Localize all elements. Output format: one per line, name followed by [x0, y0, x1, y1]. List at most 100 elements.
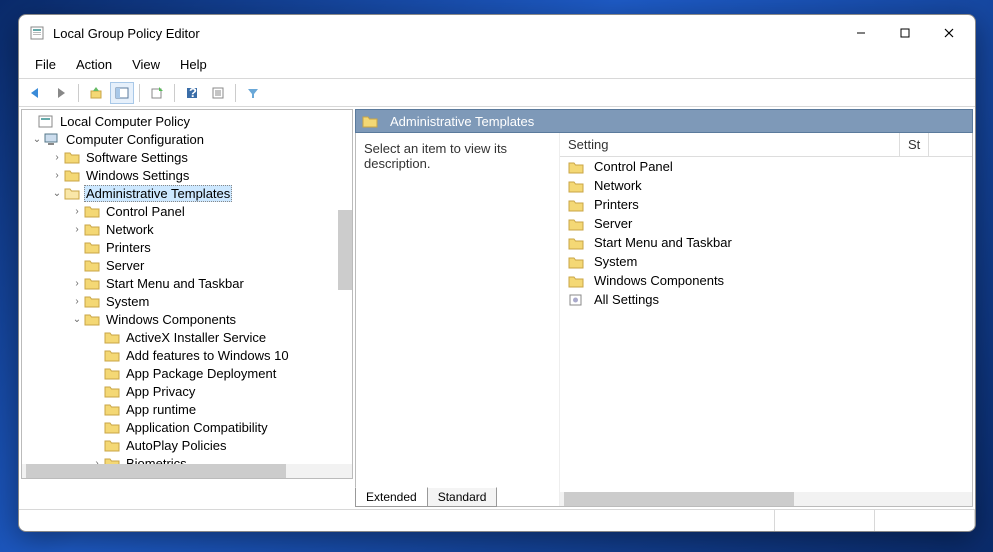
separator [139, 84, 140, 102]
settings-icon [568, 293, 584, 307]
chevron-right-icon[interactable]: › [70, 296, 84, 307]
chevron-down-icon[interactable]: ⌄ [30, 134, 44, 145]
properties-button[interactable] [206, 82, 230, 104]
forward-button[interactable] [49, 82, 73, 104]
tree-label: Server [104, 258, 146, 273]
tree-node[interactable]: AutoPlay Policies [22, 436, 352, 454]
chevron-right-icon[interactable]: › [70, 206, 84, 217]
tree-node[interactable]: › System [22, 292, 352, 310]
folder-icon [104, 402, 120, 416]
tree-label: Control Panel [104, 204, 187, 219]
details-header: Administrative Templates [355, 109, 973, 133]
separator [174, 84, 175, 102]
menu-action[interactable]: Action [68, 55, 120, 74]
tree-node[interactable]: Printers [22, 238, 352, 256]
tree-label: Software Settings [84, 150, 190, 165]
tree-label: App Privacy [124, 384, 197, 399]
folder-open-icon [64, 186, 80, 200]
chevron-down-icon[interactable]: ⌄ [70, 314, 84, 325]
tree-node[interactable]: ⌄Windows Components [22, 310, 352, 328]
tree-node[interactable]: ›Start Menu and Taskbar [22, 274, 352, 292]
tab-extended[interactable]: Extended [355, 487, 428, 507]
chevron-right-icon[interactable]: › [70, 224, 84, 235]
view-tabs: Extended Standard [355, 485, 496, 507]
show-hide-tree-button[interactable] [110, 82, 134, 104]
folder-icon [568, 274, 584, 288]
chevron-right-icon[interactable]: › [70, 278, 84, 289]
folder-icon [104, 420, 120, 434]
tree-node[interactable]: › Software Settings [22, 148, 352, 166]
tree-label: Administrative Templates [84, 185, 232, 202]
menu-file[interactable]: File [27, 55, 64, 74]
column-setting[interactable]: Setting [560, 133, 900, 156]
scrollbar-horizontal-track[interactable] [560, 492, 972, 506]
minimize-button[interactable] [839, 18, 883, 48]
list-label: Server [594, 216, 632, 231]
close-button[interactable] [927, 18, 971, 48]
details-body: Select an item to view its description. … [355, 133, 973, 507]
tree-label: Windows Settings [84, 168, 191, 183]
tree-node[interactable]: App Package Deployment [22, 364, 352, 382]
tree-node[interactable]: › Windows Settings [22, 166, 352, 184]
tree-label: System [104, 294, 151, 309]
chevron-down-icon[interactable]: ⌄ [50, 188, 64, 199]
chevron-right-icon[interactable]: › [50, 152, 64, 163]
folder-icon [84, 294, 100, 308]
details-pane: Administrative Templates Select an item … [355, 109, 973, 507]
list-item[interactable]: Control Panel [560, 157, 972, 176]
settings-list: Setting St Control Panel Network Printer… [560, 133, 972, 506]
back-button[interactable] [23, 82, 47, 104]
list-label: Windows Components [594, 273, 724, 288]
list-item[interactable]: Start Menu and Taskbar [560, 233, 972, 252]
up-button[interactable] [84, 82, 108, 104]
tree-label: Printers [104, 240, 153, 255]
tree-node[interactable]: App Privacy [22, 382, 352, 400]
chevron-right-icon[interactable]: › [50, 170, 64, 181]
list-item[interactable]: Network [560, 176, 972, 195]
status-section [875, 510, 975, 531]
list-item[interactable]: System [560, 252, 972, 271]
tree-node[interactable]: › Control Panel [22, 202, 352, 220]
list-label: All Settings [594, 292, 659, 307]
separator [235, 84, 236, 102]
tree-node[interactable]: Server [22, 256, 352, 274]
column-state[interactable]: St [900, 133, 929, 156]
details-title: Administrative Templates [390, 114, 534, 129]
folder-icon [568, 255, 584, 269]
tree-label: Local Computer Policy [58, 114, 192, 129]
folder-icon [568, 160, 584, 174]
folder-icon [568, 236, 584, 250]
tree-node[interactable]: App runtime [22, 400, 352, 418]
tree-node[interactable]: Application Compatibility [22, 418, 352, 436]
tree-node[interactable]: Add features to Windows 10 [22, 346, 352, 364]
window-title: Local Group Policy Editor [53, 26, 839, 41]
list-label: System [594, 254, 637, 269]
window: Local Group Policy Editor File Action Vi… [18, 14, 976, 532]
filter-button[interactable] [241, 82, 265, 104]
export-button[interactable] [145, 82, 169, 104]
list-label: Start Menu and Taskbar [594, 235, 732, 250]
scrollbar-vertical[interactable] [338, 210, 352, 290]
tab-standard[interactable]: Standard [427, 487, 498, 507]
folder-icon [362, 114, 378, 128]
menu-help[interactable]: Help [172, 55, 215, 74]
list-item[interactable]: Windows Components [560, 271, 972, 290]
list-item[interactable]: Printers [560, 195, 972, 214]
list-item[interactable]: All Settings [560, 290, 972, 309]
tree-label: Network [104, 222, 156, 237]
tree-node[interactable]: ActiveX Installer Service [22, 328, 352, 346]
maximize-button[interactable] [883, 18, 927, 48]
tree-root[interactable]: Local Computer Policy [22, 112, 352, 130]
tree-node[interactable]: ⌄ Computer Configuration [22, 130, 352, 148]
list-item[interactable]: Server [560, 214, 972, 233]
scrollbar-horizontal-thumb[interactable] [564, 492, 794, 506]
menu-view[interactable]: View [124, 55, 168, 74]
tree-node[interactable]: › Network [22, 220, 352, 238]
scrollbar-horizontal-track[interactable] [22, 464, 352, 478]
tree-node-admin-templates[interactable]: ⌄ Administrative Templates [22, 184, 352, 202]
list-label: Control Panel [594, 159, 673, 174]
help-button[interactable]: ? [180, 82, 204, 104]
tree-pane[interactable]: Local Computer Policy ⌄ Computer Configu… [21, 109, 353, 479]
scrollbar-horizontal-thumb[interactable] [26, 464, 286, 478]
separator [78, 84, 79, 102]
